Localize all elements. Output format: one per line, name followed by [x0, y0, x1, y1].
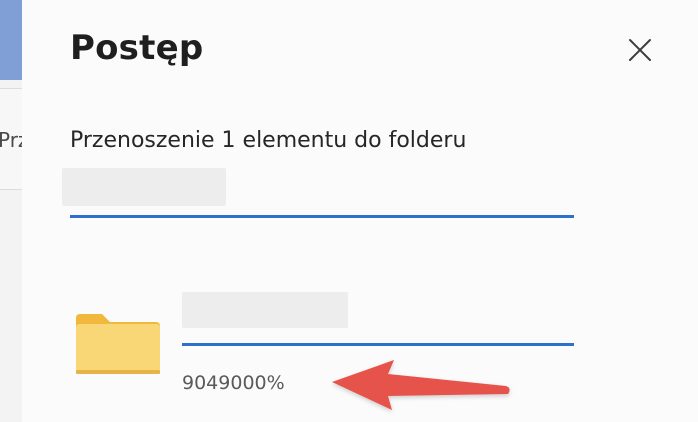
close-icon: [629, 39, 651, 61]
annotation-arrow-icon: [332, 360, 510, 410]
item-name-redacted: [182, 292, 348, 328]
background-app-window: Prz: [0, 0, 22, 422]
overall-progress-fill: [70, 215, 574, 218]
background-cut-label: Prz: [0, 128, 22, 152]
destination-folder-name-redacted: [62, 168, 226, 206]
operation-description: Przenoszenie 1 elementu do folderu: [70, 128, 467, 153]
item-progress-fill: [182, 343, 574, 346]
progress-dialog: Postęp Przenoszenie 1 elementu do folder…: [22, 0, 698, 422]
item-progress-bar: [182, 343, 574, 346]
overall-progress-bar: [70, 215, 574, 218]
item-progress-percent: 9049000%: [182, 372, 285, 394]
folder-icon: [74, 312, 162, 376]
background-header-strip: [0, 0, 22, 80]
dialog-title: Postęp: [70, 28, 204, 68]
close-button[interactable]: [622, 34, 656, 68]
